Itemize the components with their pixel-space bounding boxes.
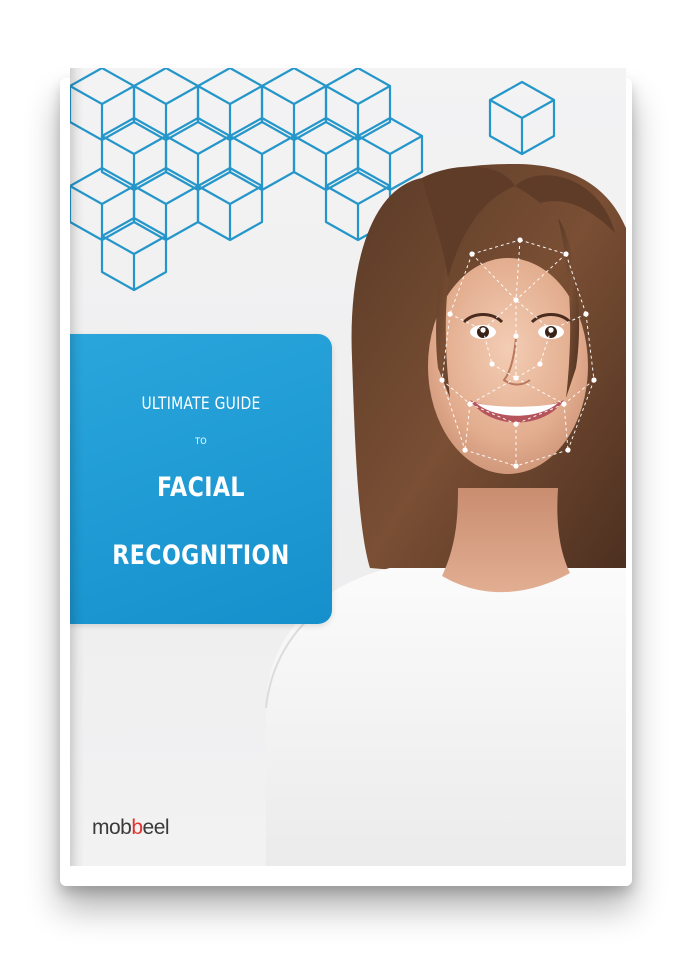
title-panel: ULTIMATE GUIDE TO FACIAL RECOGNITION bbox=[70, 334, 332, 624]
brand-logo-suffix: eel bbox=[142, 816, 170, 839]
brand-logo-accent: b bbox=[131, 816, 143, 839]
cover-subtitle: ULTIMATE GUIDE bbox=[141, 394, 261, 414]
cover-connector: TO bbox=[195, 437, 207, 447]
brand-logo-prefix: mob bbox=[92, 816, 132, 839]
brand-logo: mobbeel bbox=[92, 816, 170, 840]
brochure-cover: ULTIMATE GUIDE TO FACIAL RECOGNITION mob… bbox=[70, 68, 626, 866]
brochure-scene: ULTIMATE GUIDE TO FACIAL RECOGNITION mob… bbox=[0, 0, 690, 963]
cover-title-line-2: RECOGNITION bbox=[112, 540, 290, 571]
neck-shape bbox=[442, 488, 570, 593]
cover-title-line-1: FACIAL bbox=[157, 472, 245, 503]
